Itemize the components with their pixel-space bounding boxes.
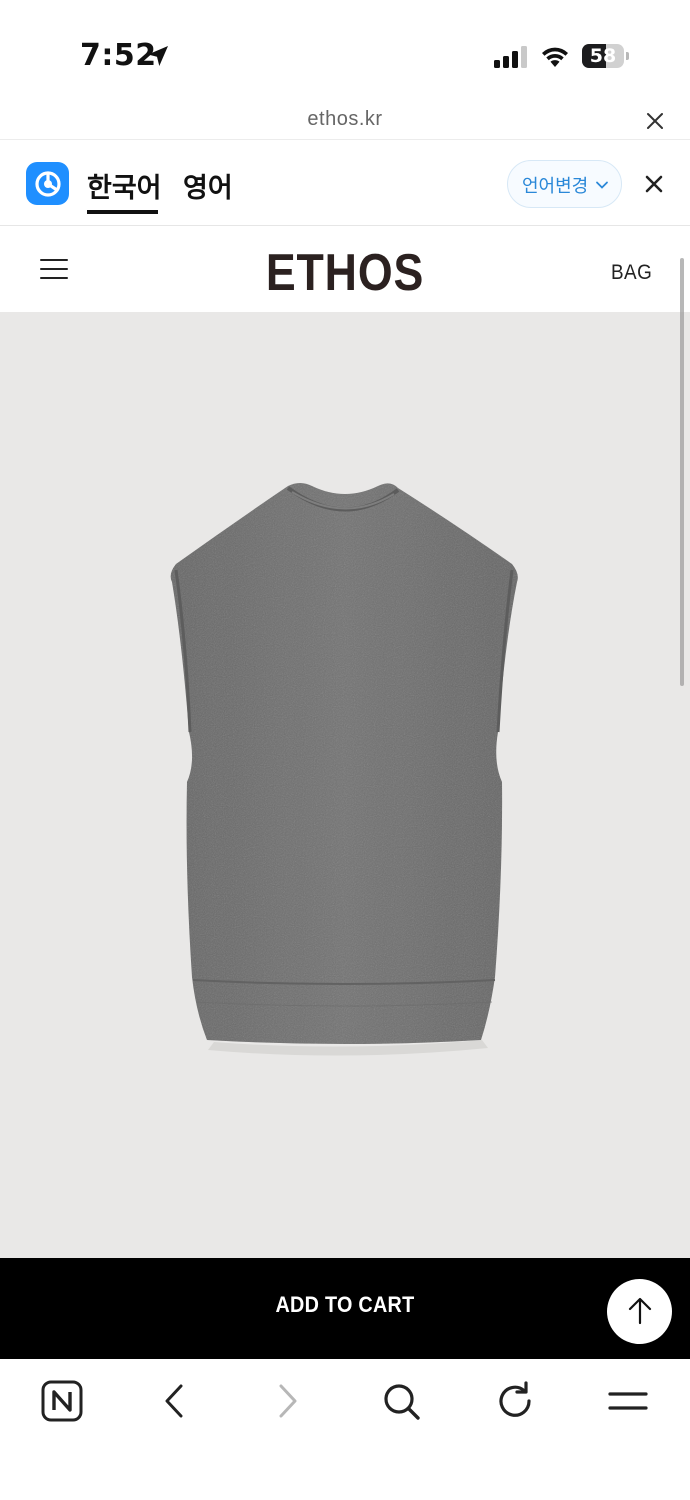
chevron-down-icon bbox=[596, 181, 608, 189]
browser-menu-button[interactable] bbox=[606, 1379, 650, 1423]
browser-toolbar bbox=[0, 1359, 690, 1500]
tab-korean[interactable]: 한국어 bbox=[87, 166, 162, 205]
forward-icon bbox=[279, 1384, 297, 1418]
site-header: ETHOS BAG bbox=[0, 227, 690, 312]
menu-icon bbox=[608, 1392, 648, 1410]
product-vest-image bbox=[170, 483, 518, 1056]
url-text[interactable]: ethos.kr bbox=[0, 108, 690, 131]
reload-icon bbox=[499, 1381, 531, 1417]
search-icon bbox=[384, 1384, 420, 1420]
reload-button[interactable] bbox=[493, 1379, 537, 1423]
url-bar[interactable]: ethos.kr bbox=[0, 100, 690, 140]
scroll-to-top-button[interactable] bbox=[607, 1279, 672, 1344]
location-arrow-icon bbox=[148, 46, 168, 66]
battery-icon: 58 bbox=[582, 44, 630, 68]
naver-n-icon bbox=[41, 1380, 83, 1422]
active-tab-indicator bbox=[87, 210, 158, 214]
forward-button[interactable] bbox=[266, 1379, 310, 1423]
site-logo[interactable]: ETHOS bbox=[48, 243, 641, 303]
change-language-label: 언어변경 bbox=[522, 176, 589, 197]
add-to-cart-button[interactable]: ADD TO CART bbox=[0, 1258, 690, 1359]
papago-translate-icon bbox=[26, 162, 69, 205]
close-icon[interactable] bbox=[644, 110, 666, 132]
wifi-icon bbox=[542, 47, 568, 67]
arrow-up-icon bbox=[628, 1297, 652, 1325]
battery-level: 58 bbox=[589, 45, 617, 67]
product-image bbox=[0, 312, 690, 1258]
back-icon bbox=[165, 1384, 183, 1418]
back-button[interactable] bbox=[152, 1379, 196, 1423]
cellular-signal-icon bbox=[494, 46, 527, 68]
status-bar: 7:52 58 bbox=[0, 0, 690, 100]
close-translate-icon[interactable] bbox=[643, 173, 665, 195]
bag-link[interactable]: BAG bbox=[611, 261, 652, 285]
change-language-button[interactable]: 언어변경 bbox=[507, 160, 622, 208]
tab-english[interactable]: 영어 bbox=[183, 166, 233, 205]
search-button[interactable] bbox=[379, 1379, 423, 1423]
page-scrollbar[interactable] bbox=[680, 258, 684, 686]
add-to-cart-label: ADD TO CART bbox=[275, 1292, 415, 1317]
naver-home-button[interactable] bbox=[40, 1379, 84, 1423]
translate-bar: 한국어 영어 언어변경 bbox=[0, 141, 690, 226]
